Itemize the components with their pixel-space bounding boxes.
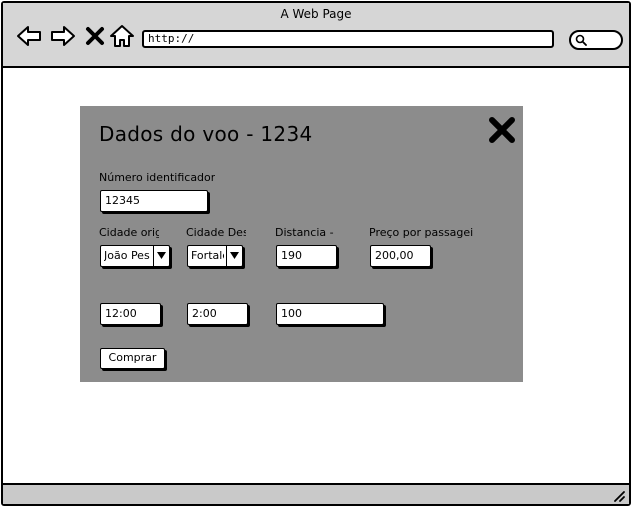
id-label: Número identificador: [99, 171, 216, 184]
chevron-down-icon[interactable]: [226, 246, 242, 266]
origin-select[interactable]: João Pes: [100, 245, 170, 267]
url-input[interactable]: http://: [142, 30, 554, 48]
id-field[interactable]: 12345: [100, 190, 208, 212]
origin-select-value: João Pes: [104, 249, 150, 262]
seats-field[interactable]: 100: [276, 303, 384, 325]
dialog-title: Dados do voo - 1234: [99, 122, 313, 146]
page-content: Dados do voo - 1234 Número identificador…: [3, 68, 629, 484]
flight-dialog: Dados do voo - 1234 Número identificador…: [80, 106, 523, 382]
home-icon[interactable]: [109, 23, 135, 49]
distance-field[interactable]: 190: [276, 245, 337, 267]
duration-field[interactable]: 2:00: [187, 303, 248, 325]
origin-label: Cidade orig: [99, 226, 159, 239]
price-label: Preço por passagei: [369, 226, 474, 239]
distance-label: Distancia -: [275, 226, 334, 239]
status-bar: [3, 483, 629, 504]
browser-window: A Web Page http:// Dados do voo - 1234 N…: [1, 1, 631, 506]
buy-button[interactable]: Comprar: [100, 348, 165, 369]
departure-time-field[interactable]: 12:00: [100, 303, 161, 325]
destination-select-value: Fortale: [191, 249, 224, 262]
price-field[interactable]: 200,00: [370, 245, 431, 267]
destination-label: Cidade Des: [186, 226, 246, 239]
search-field[interactable]: [569, 30, 623, 50]
forward-arrow-icon[interactable]: [50, 23, 76, 49]
chevron-down-icon[interactable]: [153, 246, 169, 266]
destination-select[interactable]: Fortale: [187, 245, 243, 267]
window-title: A Web Page: [280, 7, 352, 21]
search-icon: [575, 34, 587, 46]
close-icon[interactable]: [486, 114, 518, 146]
stop-icon[interactable]: [85, 23, 105, 49]
resize-grip-icon[interactable]: [611, 488, 625, 502]
back-arrow-icon[interactable]: [16, 23, 42, 49]
browser-toolbar: A Web Page http://: [3, 3, 629, 68]
